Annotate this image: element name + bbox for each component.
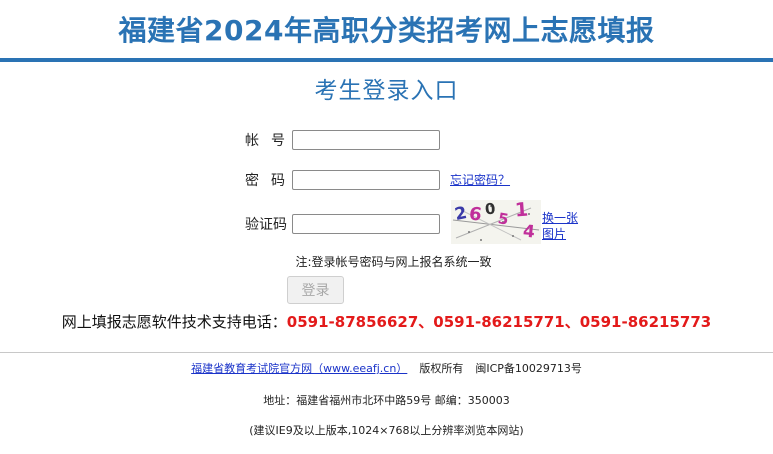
footer-browser-tip: (建议IE9及以上版本,1024×768以上分辨率浏览本网站)	[249, 424, 524, 437]
login-button[interactable]: 登录	[287, 276, 344, 304]
captcha-char: 0	[484, 200, 497, 219]
captcha-label: 验证码	[245, 217, 287, 233]
captcha-image[interactable]: 2 6 0 5 1 4	[451, 200, 541, 244]
support-phones: 0591-87856627、0591-86215771、0591-8621577…	[286, 313, 712, 331]
captcha-char: 6	[467, 203, 484, 226]
header-divider	[0, 58, 773, 62]
footer-address: 地址：福建省福州市北环中路59号 邮编：350003	[263, 394, 510, 407]
password-label: 密码	[245, 173, 297, 189]
support-label: 网上填报志愿软件技术支持电话：	[61, 313, 287, 331]
forgot-password-link[interactable]: 忘记密码？	[450, 172, 510, 188]
footer-site-line: 福建省教育考试院官方网（www.eeafj.cn） 版权所有 闽ICP备100297…	[0, 362, 773, 376]
icp-text: 闽ICP备10029713号	[475, 362, 582, 375]
login-note: 注:登录帐号密码与网上报名系统一致	[295, 255, 492, 269]
page-header: 福建省2024年高职分类招考网上志愿填报	[0, 0, 773, 58]
refresh-captcha-link[interactable]: 换一张 图片	[542, 210, 582, 242]
password-input[interactable]	[292, 170, 440, 190]
login-title: 考生登录入口	[314, 78, 459, 104]
footer-divider	[0, 352, 773, 353]
captcha-char: 4	[522, 221, 536, 243]
refresh-captcha-line1: 换一张	[542, 211, 579, 225]
copyright-text: 版权所有	[419, 362, 464, 375]
refresh-captcha-line2: 图片	[542, 227, 567, 241]
captcha-char: 1	[514, 200, 529, 222]
account-input[interactable]	[292, 130, 440, 150]
support-line: 网上填报志愿软件技术支持电话：0591-87856627、0591-862157…	[0, 312, 773, 332]
page-title: 福建省2024年高职分类招考网上志愿填报	[118, 14, 655, 47]
official-site-link[interactable]: 福建省教育考试院官方网（www.eeafj.cn）	[191, 362, 407, 375]
account-label: 帐号	[245, 133, 297, 149]
captcha-input[interactable]	[292, 214, 440, 234]
